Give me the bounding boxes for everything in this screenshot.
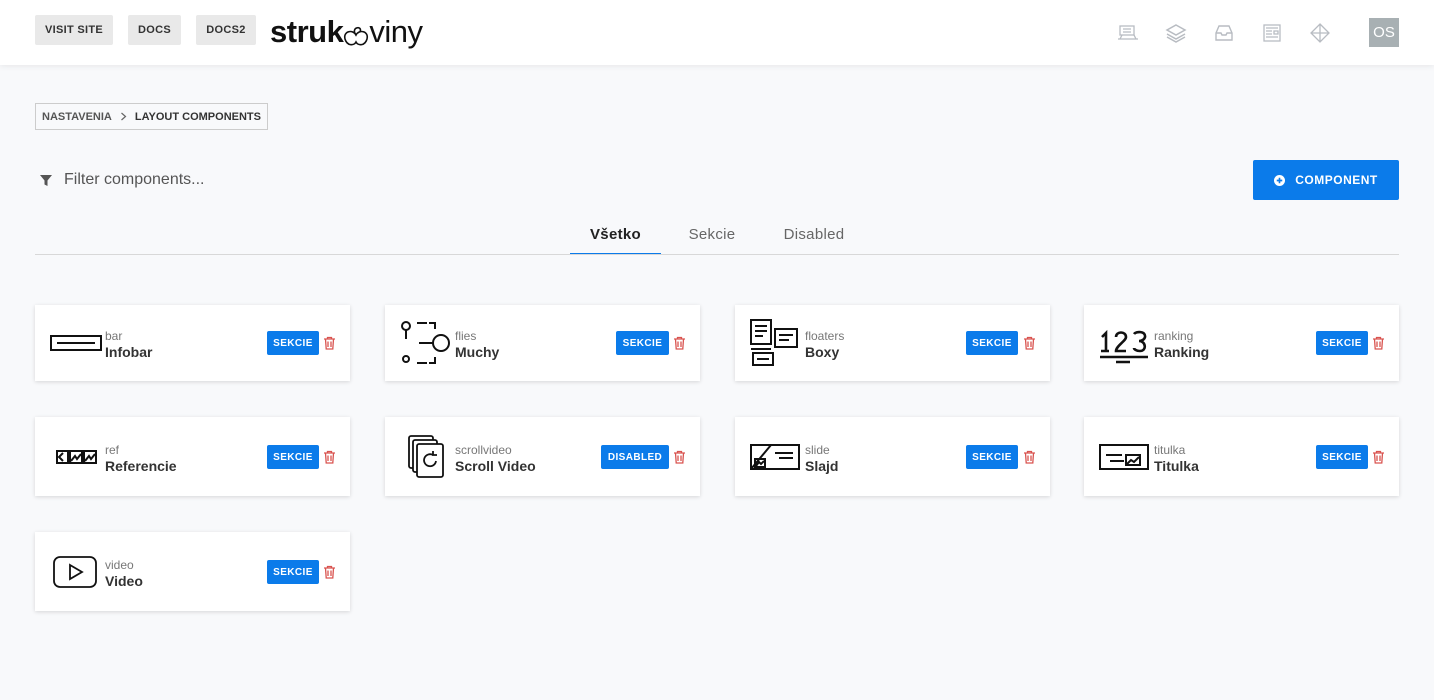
chevron-right-icon bbox=[119, 112, 128, 121]
component-key: ranking bbox=[1154, 329, 1194, 343]
trash-icon[interactable] bbox=[673, 336, 686, 350]
infobar-icon bbox=[49, 319, 103, 367]
strukoviny-logo[interactable]: struk viny bbox=[270, 11, 423, 51]
tab-disabled[interactable]: Disabled bbox=[770, 226, 858, 254]
scroll-video-icon bbox=[399, 433, 453, 481]
flies-icon bbox=[399, 319, 453, 367]
breadcrumb: NASTAVENIA LAYOUT COMPONENTS bbox=[35, 103, 268, 130]
logo-bean-icon bbox=[344, 26, 369, 46]
component-card-slide[interactable]: slide Slajd SEKCIE bbox=[735, 417, 1050, 496]
tab-sections[interactable]: Sekcie bbox=[676, 226, 748, 254]
status-badge[interactable]: SEKCIE bbox=[966, 445, 1018, 469]
trash-icon[interactable] bbox=[323, 450, 336, 464]
visit-site-button[interactable]: VISIT SITE bbox=[35, 15, 113, 45]
docs-button[interactable]: DOCS bbox=[128, 15, 181, 45]
component-key: titulka bbox=[1154, 443, 1186, 457]
add-component-label: COMPONENT bbox=[1295, 173, 1378, 187]
component-name: Boxy bbox=[805, 344, 840, 360]
status-badge[interactable]: SEKCIE bbox=[267, 445, 319, 469]
slide-icon bbox=[749, 433, 803, 481]
inbox-icon[interactable] bbox=[1213, 22, 1235, 44]
video-icon bbox=[49, 548, 103, 596]
trash-icon[interactable] bbox=[1023, 450, 1036, 464]
component-card-scrollvideo[interactable]: scrollvideo Scroll Video DISABLED bbox=[385, 417, 700, 496]
breadcrumb-item-settings[interactable]: NASTAVENIA bbox=[42, 111, 112, 123]
keyboard-icon[interactable] bbox=[1117, 22, 1139, 44]
component-key: video bbox=[105, 558, 134, 572]
status-badge[interactable]: SEKCIE bbox=[267, 560, 319, 584]
news-icon[interactable] bbox=[1261, 22, 1283, 44]
add-component-button[interactable]: COMPONENT bbox=[1253, 160, 1399, 200]
avatar[interactable]: OS bbox=[1369, 18, 1399, 47]
status-badge[interactable]: DISABLED bbox=[601, 445, 669, 469]
component-name: Referencie bbox=[105, 458, 177, 474]
trash-icon[interactable] bbox=[1372, 450, 1385, 464]
top-header: VISIT SITE DOCS DOCS2 struk viny OS bbox=[0, 0, 1434, 65]
trash-icon[interactable] bbox=[1023, 336, 1036, 350]
layers-icon[interactable] bbox=[1165, 22, 1187, 44]
logo-text-part1: struk bbox=[270, 13, 344, 49]
trash-icon[interactable] bbox=[323, 565, 336, 579]
breadcrumb-item-layout-components: LAYOUT COMPONENTS bbox=[134, 110, 261, 123]
component-name: Infobar bbox=[105, 344, 153, 360]
component-name: Muchy bbox=[455, 344, 500, 360]
component-key: scrollvideo bbox=[455, 443, 512, 457]
status-badge[interactable]: SEKCIE bbox=[1316, 445, 1368, 469]
tab-all[interactable]: Všetko bbox=[570, 226, 661, 255]
component-key: ref bbox=[105, 443, 120, 457]
filter-bar bbox=[40, 168, 540, 192]
component-card-video[interactable]: video Video SEKCIE bbox=[35, 532, 350, 611]
trash-icon[interactable] bbox=[323, 336, 336, 350]
references-icon bbox=[49, 433, 103, 481]
status-badge[interactable]: SEKCIE bbox=[616, 331, 669, 355]
component-name: Scroll Video bbox=[455, 458, 536, 474]
tabs-divider bbox=[35, 254, 1399, 255]
component-name: Ranking bbox=[1154, 344, 1210, 360]
component-key: floaters bbox=[805, 329, 845, 343]
component-name: Titulka bbox=[1154, 458, 1199, 474]
component-card-flies[interactable]: flies Muchy SEKCIE bbox=[385, 305, 700, 381]
component-name: Video bbox=[105, 573, 143, 589]
logo-text-part2: viny bbox=[369, 13, 423, 49]
component-card-ranking[interactable]: ranking Ranking SEKCIE bbox=[1084, 305, 1399, 381]
plus-circle-icon bbox=[1274, 174, 1286, 186]
diamond-icon[interactable] bbox=[1309, 22, 1331, 44]
component-card-ref[interactable]: ref Referencie SEKCIE bbox=[35, 417, 350, 496]
ranking-icon bbox=[1098, 319, 1152, 367]
component-name: Slajd bbox=[805, 458, 839, 474]
status-badge[interactable]: SEKCIE bbox=[1316, 331, 1368, 355]
filter-input[interactable] bbox=[64, 171, 464, 189]
component-key: bar bbox=[105, 329, 123, 343]
trash-icon[interactable] bbox=[1372, 336, 1385, 350]
component-card-bar[interactable]: bar Infobar SEKCIE bbox=[35, 305, 350, 381]
component-key: slide bbox=[805, 443, 830, 457]
floaters-icon bbox=[749, 319, 803, 367]
component-card-titulka[interactable]: titulka Titulka SEKCIE bbox=[1084, 417, 1399, 496]
component-card-floaters[interactable]: floaters Boxy SEKCIE bbox=[735, 305, 1050, 381]
filter-icon bbox=[40, 174, 52, 186]
docs2-button[interactable]: DOCS2 bbox=[196, 15, 256, 45]
trash-icon[interactable] bbox=[673, 450, 686, 464]
component-key: flies bbox=[455, 329, 477, 343]
title-page-icon bbox=[1098, 433, 1152, 481]
status-badge[interactable]: SEKCIE bbox=[966, 331, 1018, 355]
status-badge[interactable]: SEKCIE bbox=[267, 331, 319, 355]
